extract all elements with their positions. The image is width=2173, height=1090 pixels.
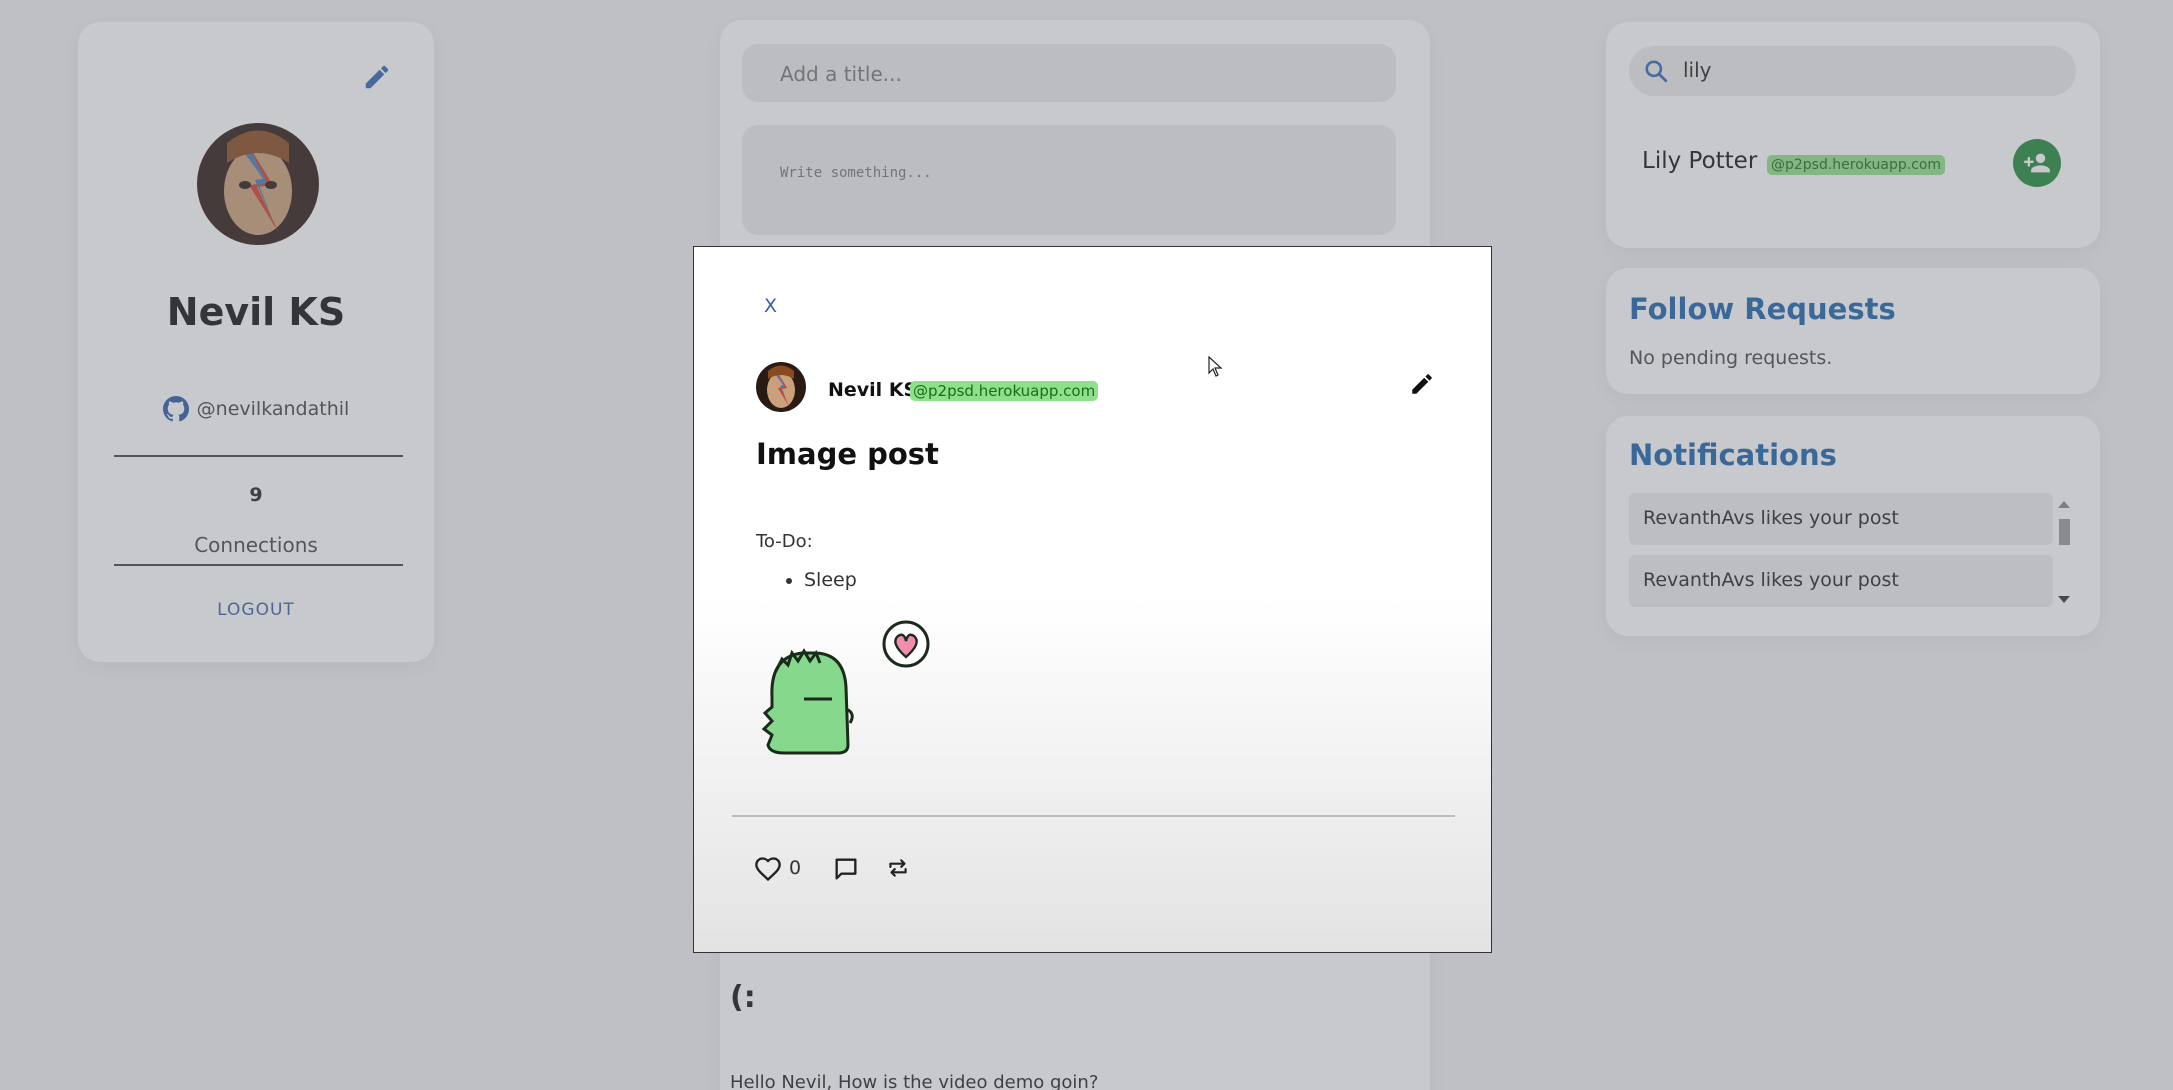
author-email: @p2psd.herokuapp.com <box>910 381 1099 401</box>
repost-icon[interactable] <box>885 855 911 885</box>
list-item: Sleep <box>804 569 857 591</box>
post-list: Sleep <box>804 569 857 591</box>
like-heart-icon[interactable] <box>754 855 782 887</box>
post-todo-label: To-Do: <box>756 531 813 552</box>
mouse-cursor-icon <box>1208 355 1224 382</box>
edit-post-icon[interactable] <box>1409 371 1439 401</box>
author-avatar[interactable] <box>756 362 806 412</box>
close-button[interactable]: X <box>764 295 777 317</box>
author-name[interactable]: Nevil KS <box>828 379 917 401</box>
post-modal: X Nevil KS @p2psd.herokuapp.com Image po… <box>693 246 1492 953</box>
like-count: 0 <box>789 857 802 879</box>
comment-icon[interactable] <box>832 855 860 887</box>
divider <box>732 815 1455 817</box>
post-title: Image post <box>756 437 939 471</box>
dinosaur-sticker-image <box>752 617 952 767</box>
